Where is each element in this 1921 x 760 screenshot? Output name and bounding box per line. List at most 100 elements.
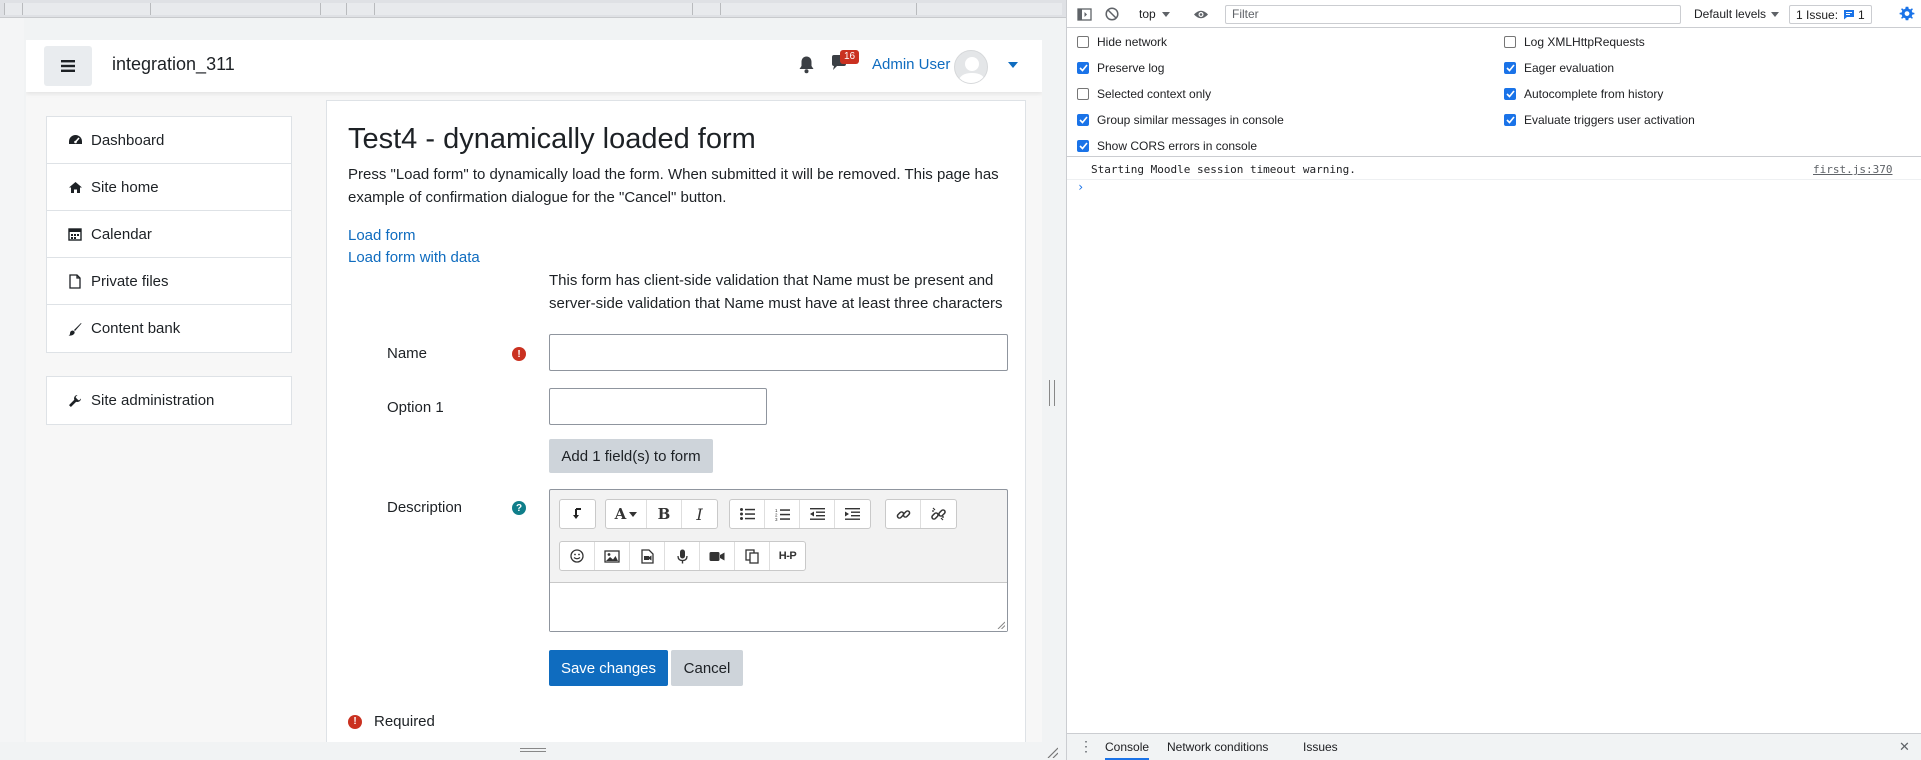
load-form-link[interactable]: Load form [348,227,416,244]
setting-label: Selected context only [1097,87,1212,101]
chevron-down-icon[interactable] [1008,62,1018,68]
manage-files-button[interactable] [735,542,770,570]
tab-network-conditions[interactable]: Network conditions [1167,740,1268,754]
setting-label: Eager evaluation [1524,61,1615,75]
checkbox-checked[interactable] [1504,88,1516,100]
checkbox-checked[interactable] [1077,62,1089,74]
sidebar-item-calendar[interactable]: Calendar [47,211,291,258]
h5p-button[interactable]: H-P [770,542,805,570]
unordered-list-button[interactable] [730,500,765,528]
checkbox-checked[interactable] [1077,114,1089,126]
checkbox[interactable] [1504,36,1516,48]
setting-log-xhr[interactable]: Log XMLHttpRequests [1504,35,1645,49]
required-label: Required [374,713,435,730]
sidebar-item-private-files[interactable]: Private files [47,258,291,305]
image-button[interactable] [595,542,630,570]
checkbox[interactable] [1077,36,1089,48]
resize-handle-right[interactable] [1049,380,1055,406]
sidebar-item-site-home[interactable]: Site home [47,164,291,211]
bold-icon: B [657,505,671,523]
clear-console-button[interactable] [1105,6,1119,22]
close-icon[interactable]: ✕ [1899,739,1910,755]
notification-badge: 16 [840,50,860,64]
console-message-source-link[interactable]: first.js:370 [1813,163,1892,176]
checkbox-checked[interactable] [1504,62,1516,74]
add-field-button[interactable]: Add 1 field(s) to form [549,439,713,473]
console-message-text: Starting Moodle session timeout warning. [1091,163,1356,176]
resize-handle-bottom[interactable] [520,748,546,752]
console-prompt[interactable]: › [1077,180,1084,194]
filter-input[interactable]: Filter [1225,5,1681,24]
italic-button[interactable]: I [682,500,717,528]
checkbox-checked[interactable] [1504,114,1516,126]
top-navbar: integration_311 16 Admin User [26,40,1042,92]
more-tabs-icon[interactable]: ⋮ [1079,739,1093,753]
setting-label: Show CORS errors in console [1097,139,1258,153]
bell-icon[interactable] [798,55,815,74]
user-menu-name[interactable]: Admin User [872,56,950,73]
avatar[interactable] [954,50,988,84]
description-editor: A B I 1 2 3 H-P [549,489,1008,632]
file-media-icon [640,548,654,564]
setting-eager-evaluation[interactable]: Eager evaluation [1504,61,1614,75]
context-selector[interactable]: top [1139,6,1170,22]
checkbox[interactable] [1077,88,1089,100]
setting-autocomplete-history[interactable]: Autocomplete from history [1504,87,1663,101]
hamburger-icon [61,60,75,72]
gear-icon[interactable] [1899,6,1915,22]
indent-button[interactable] [835,500,870,528]
checkbox-checked[interactable] [1077,140,1089,152]
cancel-button[interactable]: Cancel [671,650,743,686]
device-ruler [0,0,1066,18]
sidebar-item-content-bank[interactable]: Content bank [47,305,291,352]
name-input[interactable] [549,334,1008,371]
link-button[interactable] [886,500,921,528]
unordered-list-icon [739,508,755,520]
setting-selected-context-only[interactable]: Selected context only [1077,87,1211,101]
media-button[interactable] [630,542,665,570]
sidebar-item-dashboard[interactable]: Dashboard [47,117,291,164]
record-audio-button[interactable] [665,542,700,570]
setting-label: Autocomplete from history [1524,87,1664,101]
tab-console[interactable]: Console [1105,740,1150,760]
sidebar-toggle-button[interactable] [1077,6,1092,22]
sidebar-item-label: Dashboard [91,131,165,149]
setting-preserve-log[interactable]: Preserve log [1077,61,1164,75]
file-icon [67,273,83,289]
resize-corner-icon[interactable] [1046,746,1058,758]
image-icon [604,549,620,563]
check-icon [1505,116,1515,124]
load-form-with-data-link[interactable]: Load form with data [348,249,480,266]
log-levels-dropdown[interactable]: Default levels [1694,6,1780,22]
ordered-list-button[interactable]: 123 [765,500,800,528]
help-icon[interactable]: ? [512,501,526,515]
sidebar-item-label: Calendar [91,225,152,243]
check-icon [1505,64,1515,72]
tab-issues[interactable]: Issues [1303,740,1338,754]
form-note: This form has client-side validation tha… [549,272,1003,312]
show-more-buttons-button[interactable] [560,500,595,528]
resize-grip-icon[interactable] [997,621,1005,629]
setting-show-cors-errors[interactable]: Show CORS errors in console [1077,139,1257,153]
eye-icon [1194,10,1208,18]
frame-edge [0,18,24,742]
live-expression-button[interactable] [1193,6,1209,22]
drawer-toggle-button[interactable] [44,46,92,86]
outdent-icon [809,508,825,520]
unlink-button[interactable] [921,500,956,528]
record-video-button[interactable] [700,542,735,570]
setting-evaluate-triggers-activation[interactable]: Evaluate triggers user activation [1504,113,1695,127]
site-name[interactable]: integration_311 [112,54,235,75]
description-textarea[interactable] [550,582,1007,631]
outdent-button[interactable] [800,500,835,528]
setting-hide-network[interactable]: Hide network [1077,35,1167,49]
emoji-button[interactable] [560,542,595,570]
log-levels-label: Default levels [1694,7,1767,21]
save-changes-button[interactable]: Save changes [549,650,668,686]
setting-group-similar[interactable]: Group similar messages in console [1077,113,1284,127]
sidebar-item-site-administration[interactable]: Site administration [47,377,291,424]
bold-button[interactable]: B [647,500,682,528]
option-1-input[interactable] [549,388,767,425]
paragraph-style-button[interactable]: A [606,500,647,528]
issues-button[interactable]: 1 Issue: 1 [1789,5,1872,24]
